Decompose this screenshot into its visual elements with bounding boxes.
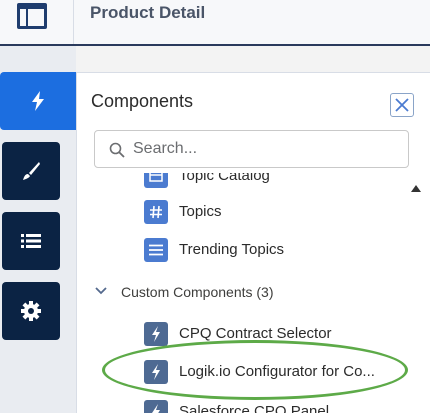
lightning-icon (32, 91, 44, 111)
chevron-down-icon (95, 287, 107, 295)
list-item-label: Topics (179, 203, 222, 220)
theme-tab[interactable] (2, 142, 60, 200)
catalog-icon (144, 173, 168, 188)
lightning-icon (144, 360, 168, 384)
components-tab[interactable] (0, 72, 76, 130)
section-label: Custom Components (3) (121, 284, 274, 300)
list-item-logik-configurator[interactable]: Logik.io Configurator for Co... (77, 355, 403, 391)
list-item-topic-catalog[interactable]: Topic Catalog (77, 173, 403, 195)
search-input[interactable] (133, 138, 393, 160)
layout-grid-icon (17, 3, 47, 29)
list-item-cpq-contract-selector[interactable]: CPQ Contract Selector (77, 317, 403, 353)
search-icon (109, 142, 125, 158)
list-item-label: CPQ Contract Selector (179, 325, 332, 342)
hash-icon (144, 200, 168, 224)
list-item-trending-topics[interactable]: Trending Topics (77, 233, 403, 269)
component-list: Topic Catalog Topics Trending Topics Cus… (77, 173, 403, 413)
list-icon (144, 238, 168, 262)
settings-tab[interactable] (2, 282, 60, 340)
list-item-label: Trending Topics (179, 241, 285, 258)
components-panel: Components Topic Catalog Topics (76, 72, 430, 413)
close-icon (395, 98, 409, 112)
list-item-salesforce-cpq-panel[interactable]: Salesforce CPQ Panel (77, 395, 403, 413)
panel-title: Components (91, 91, 194, 111)
page-title: Product Detail (90, 3, 206, 22)
list-item-label: Topic Catalog (179, 173, 270, 184)
gear-icon (21, 301, 41, 321)
brush-icon (23, 162, 40, 180)
top-bar: Product Detail (0, 0, 430, 46)
close-button[interactable] (390, 93, 414, 117)
search-box[interactable] (94, 130, 409, 168)
scroll-up-arrow[interactable] (411, 185, 421, 192)
list-item-label: Salesforce CPQ Panel (179, 403, 330, 413)
lightning-icon (144, 322, 168, 346)
list-item-topics[interactable]: Topics (77, 195, 403, 231)
list-item-label: Logik.io Configurator for Co... (179, 363, 375, 380)
header-icon-box (0, 0, 74, 44)
pages-tab[interactable] (2, 212, 60, 270)
lightning-icon (144, 400, 168, 413)
list-icon (21, 234, 41, 248)
